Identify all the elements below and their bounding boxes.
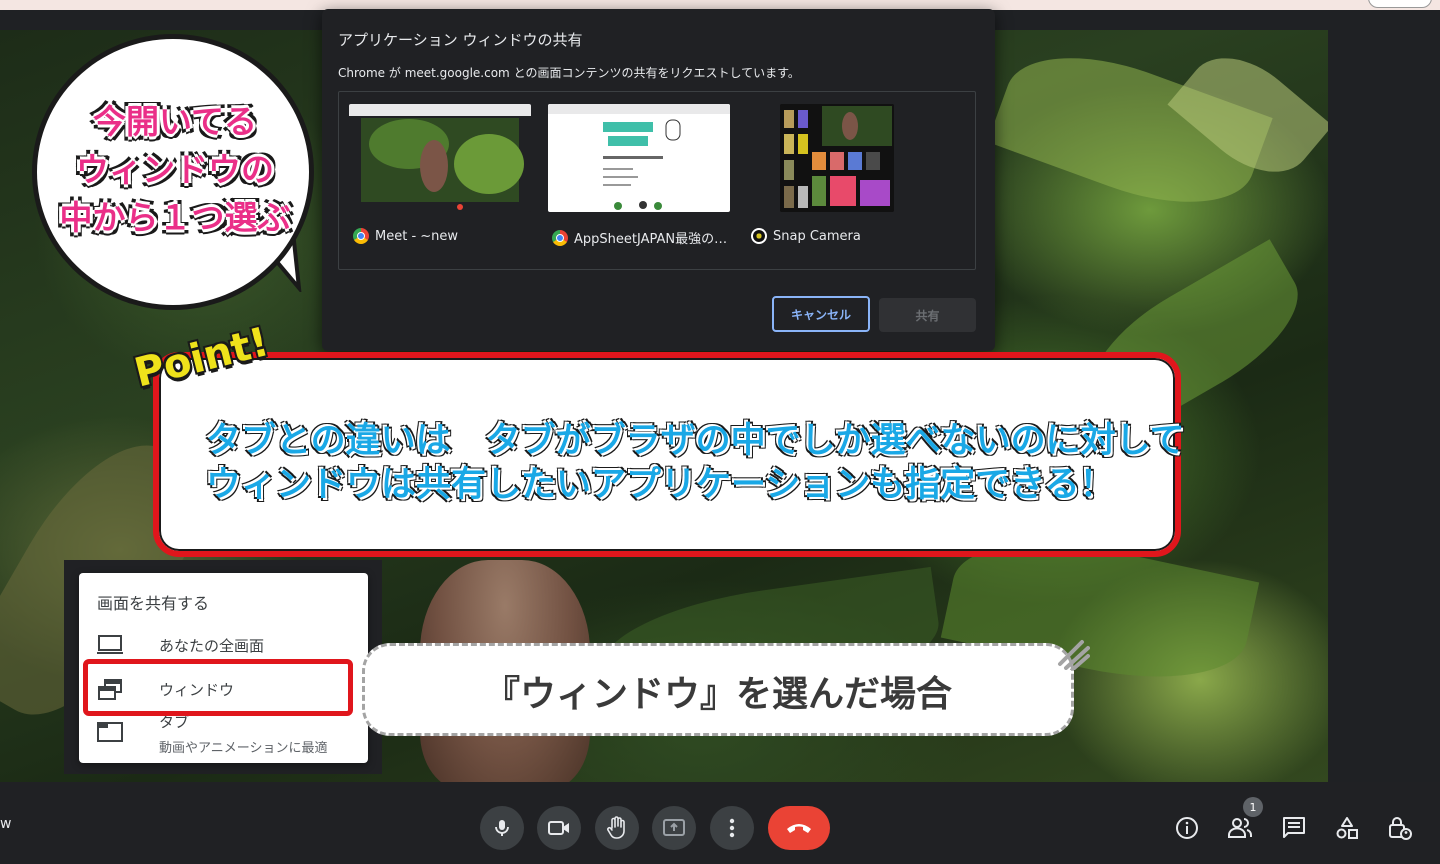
share-button[interactable]: 共有 [879, 298, 976, 332]
dialog-description: Chrome が meet.google.com との画面コンテンツの共有をリク… [338, 66, 800, 80]
microphone-button[interactable] [480, 806, 524, 850]
window-label: Meet - ~new [375, 228, 459, 244]
window-label: AppSheetJAPAN最強の… [574, 232, 728, 247]
browser-profile-pill[interactable] [1368, 0, 1432, 8]
window-label-row: Snap Camera [751, 228, 861, 244]
people-icon [1228, 818, 1252, 838]
window-thumbnail [780, 104, 894, 212]
present-screen-icon [663, 819, 685, 836]
menu-item-sublabel: 動画やアニメーションに最適 [159, 741, 328, 756]
chrome-icon [353, 228, 369, 244]
monitor-icon [97, 635, 123, 654]
tab-icon [97, 722, 123, 742]
appsheet-window-preview [548, 104, 730, 210]
snap-camera-window-preview [780, 104, 894, 212]
window-thumbnail [548, 104, 730, 212]
point-line-2: ウィンドウは共有したいアプリケーションも指定できる！ [206, 465, 1115, 505]
window-option-highlight [83, 659, 353, 716]
caption-text: 『ウィンドウ』を選んだ場合 [483, 673, 952, 715]
present-now-button[interactable] [652, 806, 696, 850]
window-thumbnail [349, 104, 531, 212]
chrome-icon [552, 229, 568, 246]
bubble-line: 中から１つ選ぶ [59, 198, 291, 237]
dialog-title: アプリケーション ウィンドウの共有 [338, 31, 583, 49]
snap-camera-icon [751, 228, 767, 244]
cancel-button[interactable]: キャンセル [772, 296, 870, 332]
video-camera-icon [548, 821, 569, 835]
activities-shapes-icon [1336, 817, 1358, 839]
chat-icon [1283, 817, 1305, 838]
share-window-dialog: アプリケーション ウィンドウの共有 Chrome が meet.google.c… [322, 9, 995, 351]
lock-person-icon [1389, 817, 1412, 840]
bubble-text: 今開いてる ウィンドウの 中から１つ選ぶ [34, 98, 316, 242]
window-label: Snap Camera [773, 228, 861, 244]
window-label-row: AppSheetJAPAN最強の… [552, 228, 727, 247]
leave-call-button[interactable] [768, 806, 830, 850]
microphone-icon [495, 820, 509, 836]
menu-item-tab[interactable]: タブ 動画やアニメーションに最適 [79, 711, 368, 761]
raise-hand-button[interactable] [595, 806, 639, 850]
participant-count-badge: 1 [1243, 797, 1263, 817]
bubble-line: 今開いてる [92, 102, 257, 141]
host-controls-button[interactable] [1384, 812, 1416, 844]
more-options-button[interactable] [710, 806, 754, 850]
hang-up-icon [787, 824, 811, 833]
meet-window-preview [349, 104, 531, 212]
menu-item-label: あなたの全画面 [159, 637, 265, 655]
meeting-name: w [0, 816, 12, 832]
more-vertical-icon [729, 818, 735, 838]
bubble-line: ウィンドウの [76, 150, 274, 189]
chat-button[interactable] [1278, 812, 1310, 844]
info-icon [1176, 817, 1198, 839]
menu-title: 画面を共有する [97, 594, 210, 613]
hand-icon [607, 816, 625, 839]
window-label-row: Meet - ~new [353, 228, 458, 244]
emphasis-spark-icon [1058, 640, 1090, 670]
window-list: Meet - ~new AppSheetJAPAN最強の… Snap Camer… [338, 91, 976, 270]
activities-button[interactable] [1331, 812, 1363, 844]
meeting-details-button[interactable] [1171, 812, 1203, 844]
camera-button[interactable] [537, 806, 581, 850]
